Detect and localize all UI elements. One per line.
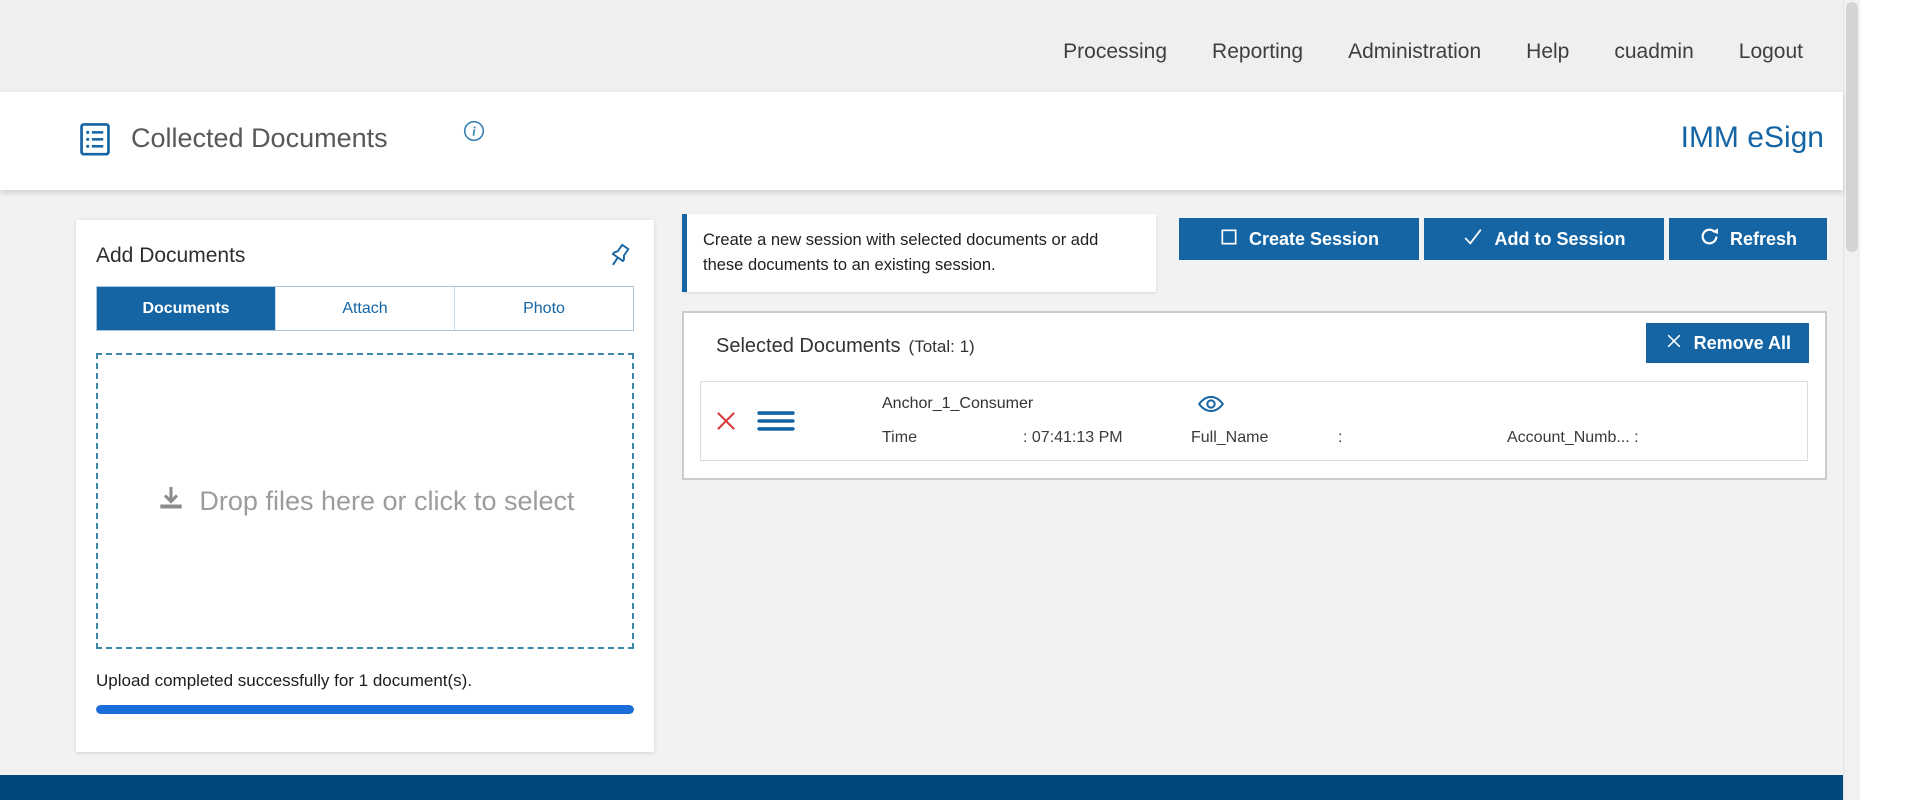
selected-documents-title: Selected Documents — [716, 335, 901, 358]
add-to-session-button[interactable]: Add to Session — [1424, 218, 1664, 260]
time-label: Time — [882, 429, 917, 447]
create-session-label: Create Session — [1249, 229, 1379, 250]
tab-attach[interactable]: Attach — [275, 287, 454, 330]
full-name-label: Full_Name — [1191, 429, 1268, 447]
nav-help[interactable]: Help — [1526, 40, 1569, 64]
upload-status-text: Upload completed successfully for 1 docu… — [96, 671, 634, 691]
top-navigation: Processing Reporting Administration Help… — [1063, 0, 1803, 98]
add-documents-title: Add Documents — [96, 244, 245, 268]
footer-bar — [0, 775, 1843, 800]
time-value: : 07:41:13 PM — [1023, 429, 1123, 447]
selected-documents-header: Selected Documents (Total: 1) — [716, 335, 975, 358]
selected-documents-total: (Total: 1) — [909, 337, 975, 357]
tab-documents[interactable]: Documents — [97, 287, 275, 330]
session-info-message: Create a new session with selected docum… — [682, 214, 1156, 292]
remove-document-icon[interactable] — [713, 408, 739, 434]
document-name: Anchor_1_Consumer — [882, 395, 1033, 413]
full-name-separator: : — [1338, 429, 1342, 447]
account-number-label: Account_Numb... : — [1507, 429, 1639, 447]
add-documents-tabs: Documents Attach Photo — [96, 286, 634, 331]
remove-all-label: Remove All — [1694, 333, 1791, 354]
brand-imm-esign: IMM eSign — [1681, 121, 1824, 155]
drag-handle-hamburger-icon[interactable] — [757, 408, 795, 434]
svg-text:i: i — [472, 124, 476, 138]
nav-administration[interactable]: Administration — [1348, 40, 1481, 64]
create-session-button[interactable]: Create Session — [1179, 218, 1419, 260]
pushpin-icon[interactable] — [604, 241, 634, 271]
dropzone-label: Drop files here or click to select — [199, 486, 574, 517]
refresh-icon — [1699, 226, 1720, 252]
nav-cuadmin[interactable]: cuadmin — [1614, 40, 1693, 64]
preview-eye-icon[interactable] — [1195, 391, 1227, 415]
collected-documents-icon — [76, 120, 114, 158]
square-icon — [1219, 227, 1239, 252]
add-to-session-label: Add to Session — [1494, 229, 1625, 250]
nav-logout[interactable]: Logout — [1739, 40, 1803, 64]
add-documents-header: Add Documents — [96, 240, 634, 272]
checkmark-icon — [1462, 226, 1484, 253]
download-icon — [155, 483, 187, 520]
nav-processing[interactable]: Processing — [1063, 40, 1167, 64]
refresh-label: Refresh — [1730, 229, 1797, 250]
add-documents-panel: Add Documents Documents Attach Photo — [76, 220, 654, 752]
page-title: Collected Documents — [131, 123, 388, 154]
selected-documents-panel: Selected Documents (Total: 1) Remove All — [682, 311, 1827, 480]
vertical-scrollbar[interactable] — [1843, 0, 1860, 800]
page: Processing Reporting Administration Help… — [0, 0, 1920, 800]
upload-progress — [96, 705, 634, 714]
info-icon[interactable]: i — [462, 119, 486, 143]
app-header: Collected Documents i IMM eSign — [0, 92, 1843, 190]
remove-all-button[interactable]: Remove All — [1646, 323, 1809, 363]
file-dropzone[interactable]: Drop files here or click to select — [96, 353, 634, 649]
upload-progress-fill — [96, 705, 634, 714]
x-icon — [1664, 331, 1684, 356]
scrollbar-thumb[interactable] — [1846, 2, 1858, 252]
tab-photo[interactable]: Photo — [454, 287, 633, 330]
top-navigation-bar: Processing Reporting Administration Help… — [0, 0, 1843, 92]
nav-reporting[interactable]: Reporting — [1212, 40, 1303, 64]
session-info-text: Create a new session with selected docum… — [703, 231, 1098, 274]
document-row: Anchor_1_Consumer Time : 07:41:13 PM Ful… — [700, 381, 1808, 461]
refresh-button[interactable]: Refresh — [1669, 218, 1827, 260]
